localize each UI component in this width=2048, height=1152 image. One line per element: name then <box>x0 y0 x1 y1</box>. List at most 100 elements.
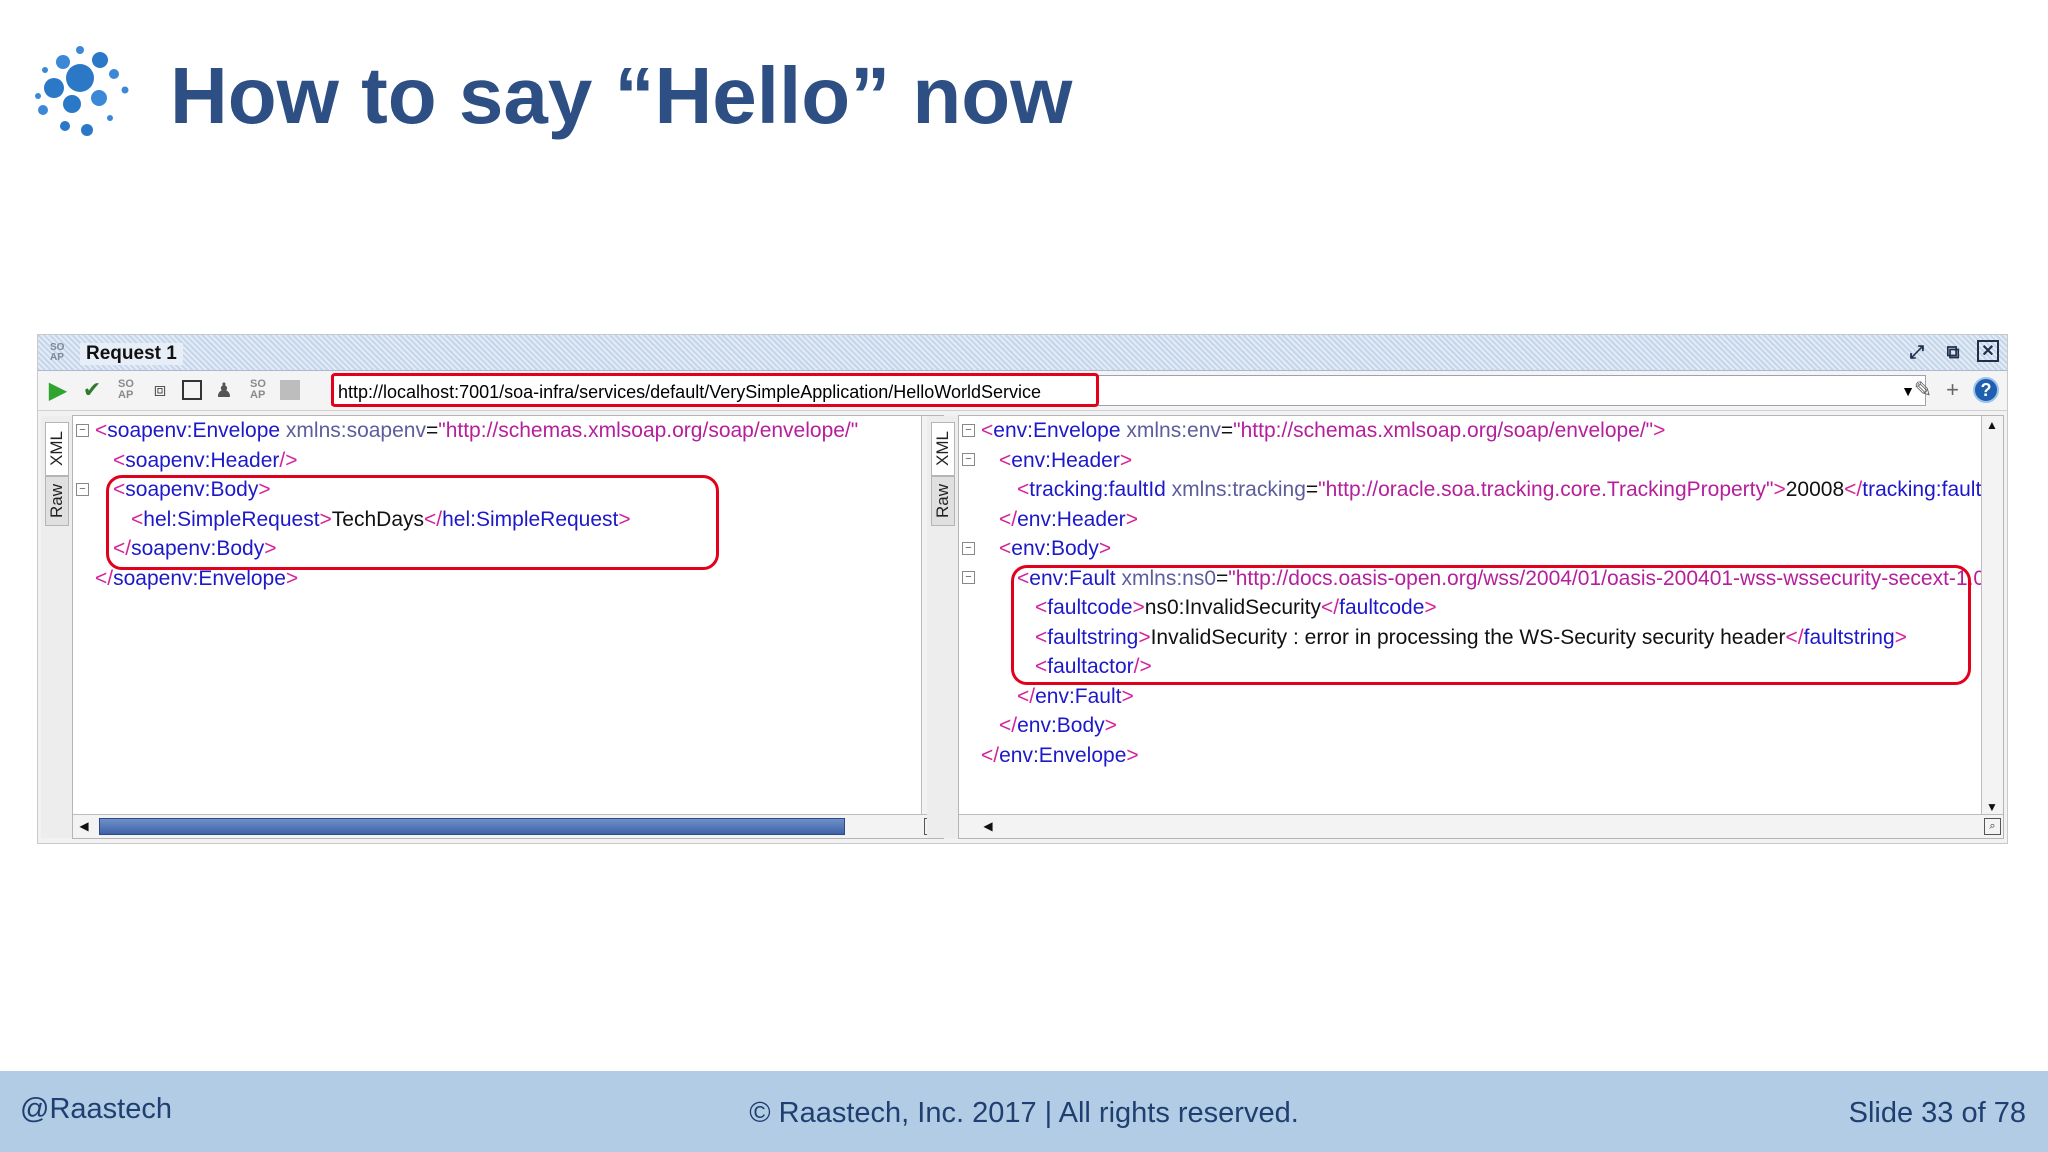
submit-request-icon[interactable]: ▶ <box>46 377 70 404</box>
code-token: > <box>1125 507 1138 531</box>
code-token: soapenv:Header <box>125 448 280 472</box>
edit-endpoint-icon[interactable]: ✎ <box>1914 377 1932 403</box>
code-token: env:Header <box>1011 448 1120 472</box>
code-token: > <box>1126 743 1139 767</box>
soap-action-icon[interactable]: SO AP <box>114 377 138 403</box>
fold-toggle-icon[interactable]: − <box>76 483 89 496</box>
code-token: < <box>981 419 994 442</box>
tab-raw-response[interactable]: Raw <box>931 476 955 526</box>
code-token: < <box>95 419 108 442</box>
fold-toggle-icon[interactable]: − <box>962 542 975 555</box>
code-token: < <box>113 448 126 472</box>
code-token: env:Fault <box>1035 684 1122 708</box>
code-token: "http://schemas.xmlsoap.org/soap/envelop… <box>438 419 859 442</box>
horizontal-scrollbar[interactable]: ◀ ⌕ <box>959 814 2003 838</box>
soap-options-icon[interactable]: SO AP <box>246 377 270 403</box>
code-token: > <box>1653 419 1666 442</box>
code-token: > <box>1098 537 1112 560</box>
restore-icon[interactable]: ⧉ <box>1941 340 1965 364</box>
code-token: /> <box>279 448 298 472</box>
slide: How to say “Hello” now SO AP Request 1 ⤢… <box>0 0 2048 1152</box>
code-token: 20008 <box>1785 478 1845 501</box>
code-token: = <box>425 419 439 442</box>
code-token: < <box>999 537 1012 560</box>
code-token: env:Envelope <box>999 743 1127 767</box>
raastech-logo-icon <box>35 46 129 136</box>
scroll-down-icon[interactable]: ▼ <box>1985 800 1999 814</box>
fold-gutter: − − − − <box>959 416 979 838</box>
code-token: </ <box>95 566 114 590</box>
code-token: xmlns:tracking <box>1171 478 1306 501</box>
fault-highlight <box>1011 565 1971 685</box>
code-token: < <box>999 448 1012 472</box>
code-token: env:Body <box>1017 714 1105 737</box>
code-token: env:Body <box>1011 537 1099 560</box>
close-icon[interactable]: ✕ <box>1977 340 1999 362</box>
code-line: </env:Envelope> <box>981 741 1981 771</box>
disabled-icon <box>280 380 300 400</box>
code-token: </ <box>999 714 1018 737</box>
request-body-highlight <box>106 475 719 570</box>
code-token: > <box>1121 684 1134 708</box>
code-token: </ <box>981 743 1000 767</box>
resize-icon[interactable]: ⧈ <box>148 377 172 403</box>
code-line: <env:Envelope xmlns:env="http://schemas.… <box>981 416 1981 446</box>
zoom-icon[interactable]: ⌕ <box>1984 818 2001 835</box>
slide-number: Slide 33 of 78 <box>1848 1097 2026 1129</box>
code-line: <soapenv:Header/> <box>95 446 921 476</box>
vertical-scrollbar[interactable]: ▲ ▼ <box>1981 416 2003 816</box>
tab-raw-request[interactable]: Raw <box>45 476 69 526</box>
horizontal-scrollbar[interactable]: ◀ ⌕ <box>73 814 943 838</box>
code-token: tracking:faultId <box>1029 478 1172 501</box>
fold-toggle-icon[interactable]: − <box>76 424 89 437</box>
fold-toggle-icon[interactable]: − <box>962 453 975 466</box>
code-token: env:Header <box>1017 507 1126 531</box>
validate-icon[interactable]: ✔ <box>80 377 104 403</box>
user-icon[interactable]: ♟ <box>212 377 236 403</box>
detach-icon[interactable]: ⤢ <box>1905 340 1929 364</box>
code-line: <tracking:faultId xmlns:tracking="http:/… <box>981 475 1981 505</box>
fold-toggle-icon[interactable]: − <box>962 424 975 437</box>
code-token: "http://oracle.soa.tracking.core.Trackin… <box>1318 478 1774 501</box>
code-token: xmlns:env <box>1126 419 1221 442</box>
fold-gutter: − − <box>73 416 93 838</box>
code-line: </env:Fault> <box>981 682 1981 712</box>
slide-title: How to say “Hello” now <box>170 51 1073 140</box>
scroll-left-icon[interactable]: ◀ <box>77 819 91 833</box>
code-token: xmlns:soapenv <box>285 419 426 442</box>
request-toolbar: ▶ ✔ SO AP ⧈ ♟ SO AP http://localhost:7001/… <box>38 371 2007 411</box>
code-line: <env:Header> <box>981 446 1981 476</box>
soap-badge-icon: SO AP <box>50 342 65 363</box>
soapui-request-window: SO AP Request 1 ⤢ ⧉ ✕ ▶ ✔ SO AP ⧈ ♟ SO AP … <box>37 334 2008 844</box>
help-icon[interactable]: ? <box>1973 377 1999 403</box>
code-token: = <box>1220 419 1234 442</box>
tab-xml-response[interactable]: XML <box>931 422 955 476</box>
scroll-up-icon[interactable]: ▲ <box>1985 418 1999 432</box>
code-token: > <box>1773 478 1786 501</box>
slide-footer: @Raastech © Raastech, Inc. 2017 | All ri… <box>0 1071 2048 1152</box>
code-line: <soapenv:Envelope xmlns:soapenv="http://… <box>95 416 921 446</box>
request-view-tabs: XML Raw <box>41 416 73 838</box>
code-token: < <box>1017 478 1030 501</box>
window-titlebar: SO AP Request 1 ⤢ ⧉ ✕ <box>38 335 2007 371</box>
tab-xml-request[interactable]: XML <box>45 422 69 476</box>
code-token: > <box>1119 448 1133 472</box>
code-line: </env:Body> <box>981 711 1981 741</box>
code-token: "http://schemas.xmlsoap.org/soap/envelop… <box>1233 419 1654 442</box>
stop-icon[interactable] <box>182 380 202 400</box>
window-title: Request 1 <box>80 343 183 365</box>
add-icon[interactable]: + <box>1946 377 1959 403</box>
code-token: = <box>1305 478 1319 501</box>
url-highlight-box <box>331 373 1099 407</box>
code-token: tracking:faultId <box>1862 478 1981 501</box>
footer-copyright: © Raastech, Inc. 2017 | All rights reser… <box>749 1097 1299 1129</box>
scroll-left-icon[interactable]: ◀ <box>981 819 995 833</box>
scrollbar-thumb[interactable] <box>99 818 845 835</box>
code-token: </ <box>1844 478 1863 501</box>
fold-toggle-icon[interactable]: − <box>962 571 975 584</box>
code-token: env:Envelope <box>993 419 1127 442</box>
code-token: </ <box>1017 684 1036 708</box>
code-line: <env:Body> <box>981 534 1981 564</box>
code-token: </ <box>999 507 1018 531</box>
code-line: </env:Header> <box>981 505 1981 535</box>
